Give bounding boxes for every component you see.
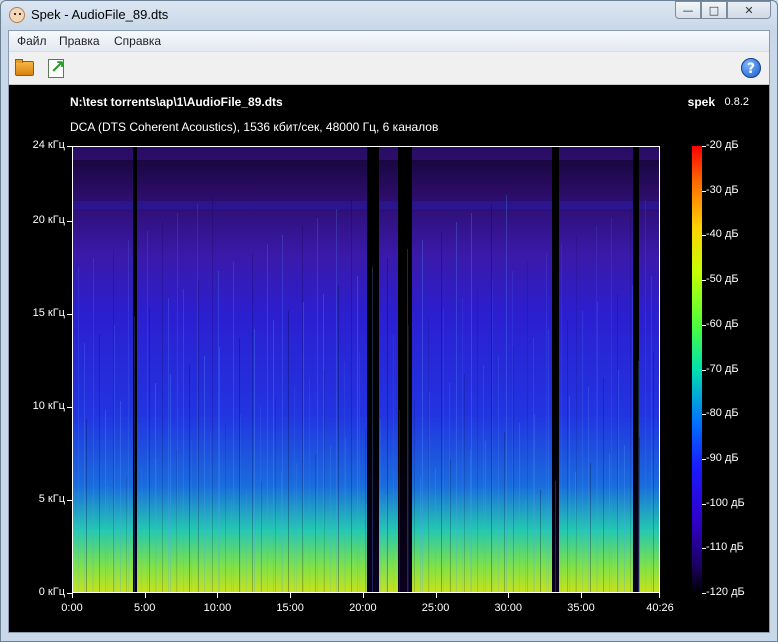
file-path: N:\test torrents\ap\1\AudioFile_89.dts (70, 95, 283, 109)
x-tick-mark (362, 593, 364, 598)
window-title: Spek - AudioFile_89.dts (31, 7, 169, 22)
db-tick-mark (702, 146, 706, 147)
db-tick-mark (702, 548, 706, 550)
x-tick-label: 20:00 (349, 602, 377, 614)
db-tick-mark (702, 190, 706, 192)
y-tick-label: 24 кГц (32, 139, 65, 151)
spectrogram-panel: N:\test torrents\ap\1\AudioFile_89.dts s… (9, 85, 769, 632)
x-tick-label: 10:00 (203, 602, 232, 614)
close-button[interactable]: ✕ (727, 1, 771, 19)
folder-open-icon[interactable] (13, 56, 37, 80)
title-bar[interactable]: Spek - AudioFile_89.dts — □ ✕ (1, 1, 777, 29)
y-tick-label: 10 кГц (32, 399, 65, 412)
client-area: Файл Правка Справка ? N:\test torrents\a… (8, 30, 770, 633)
x-tick-label: 5:00 (133, 602, 156, 614)
db-tick-mark (702, 503, 706, 505)
x-tick-mark (217, 593, 219, 598)
db-tick-label: -40 дБ (706, 228, 739, 241)
x-tick-mark (72, 593, 73, 598)
menu-edit[interactable]: Правка (59, 34, 100, 48)
db-tick-label: -50 дБ (706, 273, 739, 286)
menu-help[interactable]: Справка (114, 34, 161, 48)
plot-frame (72, 146, 660, 593)
y-tick-mark (67, 220, 72, 222)
help-icon[interactable]: ? (739, 56, 763, 80)
color-scale-bar (692, 146, 702, 593)
minimize-button[interactable]: — (675, 1, 701, 19)
db-tick-mark (702, 414, 706, 416)
save-image-icon[interactable] (44, 56, 68, 80)
db-tick-mark (702, 324, 706, 326)
maximize-button[interactable]: □ (701, 1, 727, 19)
x-tick-label: 0:00 (61, 602, 83, 614)
toolbar: ? (9, 52, 769, 85)
db-tick-label: -30 дБ (706, 183, 739, 196)
x-tick-mark (508, 593, 510, 598)
y-tick-label: 20 кГц (32, 213, 65, 226)
x-tick-label: 40:26 (646, 602, 674, 614)
x-tick-label: 25:00 (421, 602, 450, 614)
db-tick-mark (702, 458, 706, 460)
db-tick-mark (702, 235, 706, 237)
db-tick-label: -20 дБ (706, 139, 739, 151)
app-name: spek (687, 95, 715, 109)
y-tick-label: 5 кГц (38, 492, 65, 505)
menu-bar: Файл Правка Справка (9, 31, 769, 52)
x-tick-mark (580, 593, 582, 598)
app-version: 0.8.2 (724, 96, 749, 108)
help-icon-glyph: ? (741, 58, 761, 78)
db-tick-label: -90 дБ (706, 451, 739, 464)
x-tick-mark (659, 593, 660, 598)
db-tick-mark (702, 593, 706, 594)
file-info: DCA (DTS Coherent Acoustics), 1536 кбит/… (70, 120, 439, 134)
x-tick-mark (290, 593, 292, 598)
db-tick-label: -60 дБ (706, 317, 739, 330)
x-tick-mark (435, 593, 437, 598)
y-tick-mark (67, 313, 72, 315)
x-tick-label: 30:00 (494, 602, 523, 614)
db-tick-mark (702, 280, 706, 282)
y-tick-label: 0 кГц (38, 586, 65, 598)
y-tick-mark (67, 406, 72, 408)
db-tick-label: -120 дБ (706, 586, 745, 598)
db-tick-label: -100 дБ (706, 496, 745, 509)
x-tick-label: 35:00 (567, 602, 595, 614)
db-tick-label: -70 дБ (706, 362, 739, 375)
x-tick-mark (144, 593, 146, 598)
y-tick-label: 15 кГц (32, 306, 65, 319)
app-window: Spek - AudioFile_89.dts — □ ✕ Файл Правк… (0, 0, 778, 642)
x-tick-label: 15:00 (276, 602, 304, 614)
db-tick-mark (702, 369, 706, 371)
y-tick-mark (67, 499, 72, 501)
menu-file[interactable]: Файл (17, 34, 47, 48)
y-tick-mark (67, 146, 72, 147)
spek-app-icon (9, 7, 25, 23)
db-tick-label: -110 дБ (706, 541, 744, 554)
db-tick-label: -80 дБ (706, 407, 739, 420)
